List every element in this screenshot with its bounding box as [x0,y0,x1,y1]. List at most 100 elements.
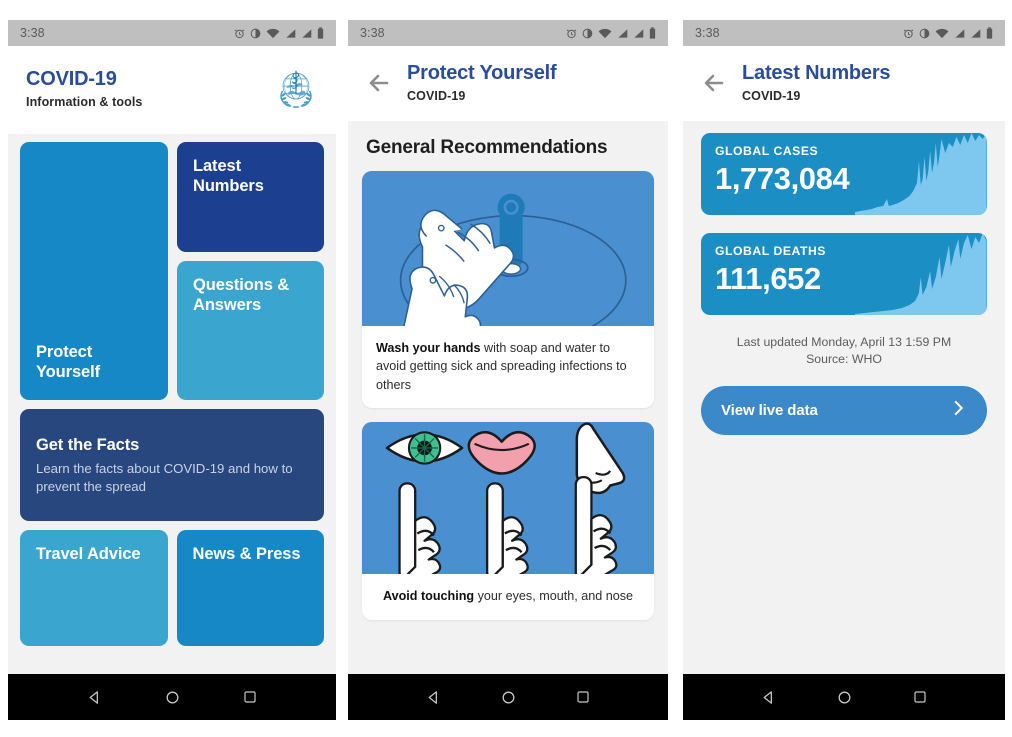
signal-icon [285,28,296,39]
back-triangle-icon[interactable] [760,689,777,706]
alarm-icon [903,28,914,39]
stat-card-list: GLOBAL CASES 1,773,084 GLOBAL DEATHS 111… [683,121,1005,315]
signal-icon [633,28,644,39]
home-circle-icon[interactable] [836,689,853,706]
status-bar-icons [234,27,324,39]
page-title: Protect Yourself [407,62,557,84]
signal-icon [954,28,965,39]
app-bar-titles: COVID-19 Information & tools [26,68,142,109]
tile-label: Questions & Answers [193,276,290,315]
recommendation-list: Wash your hands with soap and water to a… [348,163,668,620]
do-not-disturb-icon [919,28,930,39]
recommendation-card[interactable]: Avoid touching your eyes, mouth, and nos… [362,422,654,620]
protect-body: General Recommendations Wash your hands … [348,121,668,674]
page-subtitle: COVID-19 [742,89,801,103]
app-bar-home: COVID-19 Information & tools [8,46,336,134]
tile-news-press[interactable]: News & Press [176,530,324,646]
status-bar-icons [903,27,993,39]
tile-grid: Protect Yourself Latest Numbers Question… [8,134,336,658]
stat-global-cases[interactable]: GLOBAL CASES 1,773,084 [701,133,987,215]
android-nav-bar [348,674,668,720]
tile-column-right: Latest Numbers Questions & Answers [177,142,324,400]
view-live-data-label: View live data [721,402,818,420]
wifi-icon [266,28,280,39]
stat-value: 111,652 [715,261,821,296]
home-circle-icon[interactable] [500,689,517,706]
eyes-mouth-nose-illustration [362,422,654,575]
last-updated-text: Last updated Monday, April 13 1:59 PM [736,335,952,349]
recommendation-caption: Avoid touching your eyes, mouth, and nos… [362,574,654,619]
washing-hands-illustration [362,171,654,326]
app-bar-protect: Protect Yourself COVID-19 [348,46,668,121]
caption-bold: Avoid touching [382,589,475,604]
caption-bold: Wash your hands [376,341,481,355]
back-triangle-icon[interactable] [425,689,442,706]
wifi-icon [598,28,612,39]
latest-numbers-body: GLOBAL CASES 1,773,084 GLOBAL DEATHS 111… [683,121,1005,674]
tile-questions-answers[interactable]: Questions & Answers [177,261,324,400]
source-text: Source: WHO [806,352,882,367]
page-title: COVID-19 [26,67,117,90]
view-live-data-button[interactable]: View live data [701,386,987,436]
tile-row-bottom: Travel Advice News & Press [20,521,324,646]
tile-label: Travel Advice [36,545,141,563]
status-bar-time: 3:38 [20,26,45,40]
do-not-disturb-icon [250,28,261,39]
android-nav-bar [8,674,336,720]
app-bar-titles: Latest Numbers COVID-19 [742,62,891,103]
page-title: Latest Numbers [742,62,891,84]
recents-square-icon[interactable] [575,689,591,705]
signal-icon [970,28,981,39]
status-bar-time: 3:38 [360,26,385,40]
tile-label: Latest Numbers [193,157,264,196]
chevron-right-icon [949,399,967,422]
stat-label: GLOBAL CASES [715,144,819,158]
recommendation-caption: Wash your hands with soap and water to a… [362,326,654,408]
back-arrow-icon[interactable] [364,68,394,98]
alarm-icon [234,28,245,39]
app-bar-titles: Protect Yourself COVID-19 [407,62,557,103]
page-subtitle: COVID-19 [407,89,466,103]
status-bar-time: 3:38 [695,26,720,40]
tile-row-top: Protect Yourself Latest Numbers Question… [20,142,324,400]
tile-travel-advice[interactable]: Travel Advice [20,530,168,646]
app-bar-latest-numbers: Latest Numbers COVID-19 [683,46,1005,121]
status-bar-icons [566,27,656,39]
wifi-icon [935,28,949,39]
page-subtitle: Information & tools [26,94,143,109]
section-title: General Recommendations [366,137,608,158]
signal-icon [617,28,628,39]
tile-protect-yourself[interactable]: Protect Yourself [20,142,168,400]
tile-sublabel: Learn the facts about COVID-19 and how t… [36,460,293,494]
recommendation-card[interactable]: Wash your hands with soap and water to a… [362,171,654,409]
recents-square-icon[interactable] [242,689,258,705]
tile-label: News & Press [192,545,301,563]
tile-label: Protect Yourself [36,342,100,381]
alarm-icon [566,28,577,39]
android-nav-bar [683,674,1005,720]
home-circle-icon[interactable] [164,689,181,706]
caption-rest: your eyes, mouth, and nose [474,589,634,604]
battery-icon [317,27,324,39]
tile-latest-numbers[interactable]: Latest Numbers [177,142,324,252]
recents-square-icon[interactable] [912,689,928,705]
stat-label: GLOBAL DEATHS [715,244,826,258]
status-bar: 3:38 [8,20,336,46]
home-body: Protect Yourself Latest Numbers Question… [8,134,336,674]
tile-get-the-facts[interactable]: Get the Facts Learn the facts about COVI… [20,409,324,521]
do-not-disturb-icon [582,28,593,39]
screenshot-stage: 3:38 COVID-19 Information & tools Protec… [0,0,1012,737]
back-arrow-icon[interactable] [699,68,729,98]
back-triangle-icon[interactable] [86,689,103,706]
phone-screen-latest-numbers: 3:38 Latest Numbers COVID-19 GLOBAL CASE… [683,20,1005,720]
phone-screen-protect-yourself: 3:38 Protect Yourself COVID-19 General R… [348,20,668,720]
signal-icon [301,28,312,39]
who-logo-icon [272,64,320,112]
status-bar: 3:38 [348,20,668,46]
stat-value: 1,773,084 [715,161,850,196]
phone-screen-home: 3:38 COVID-19 Information & tools Protec… [8,20,336,720]
stat-global-deaths[interactable]: GLOBAL DEATHS 111,652 [701,233,987,315]
battery-icon [986,27,993,39]
status-bar: 3:38 [683,20,1005,46]
tile-label: Get the Facts [36,435,140,454]
